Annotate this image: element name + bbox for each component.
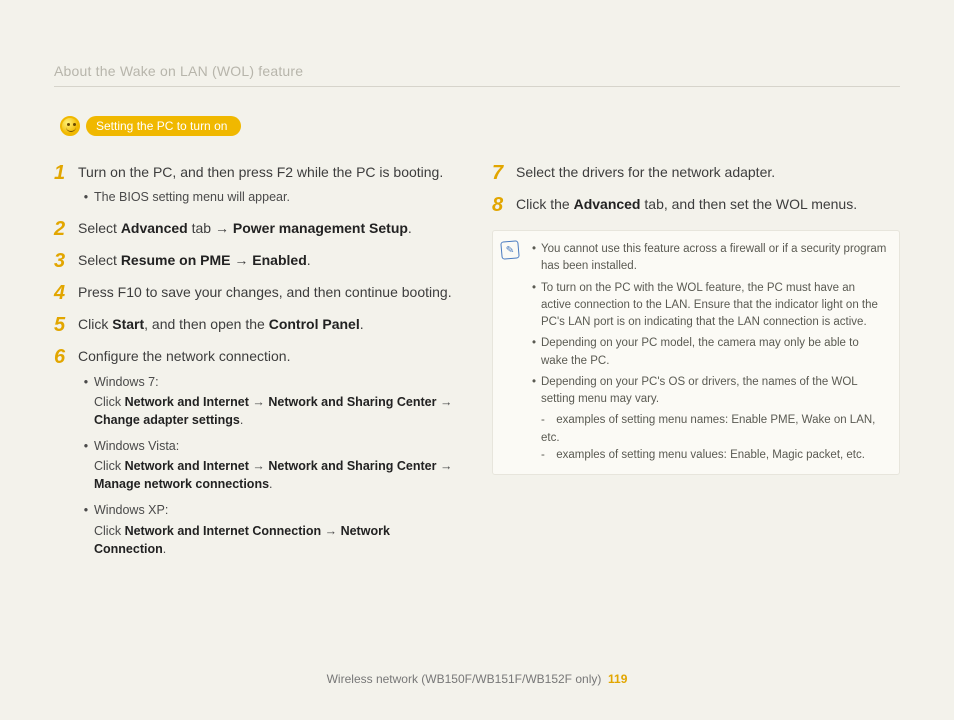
step: 5Click Start, and then open the Control … [54,314,462,336]
step: 1Turn on the PC, and then press F2 while… [54,162,462,208]
smiley-icon [60,116,80,136]
badge-label: Setting the PC to turn on [86,116,241,136]
content-columns: 1Turn on the PC, and then press F2 while… [54,162,900,576]
step-number: 8 [492,194,516,216]
page-section-title: About the Wake on LAN (WOL) feature [54,63,303,79]
step-number: 3 [54,250,78,272]
step-number: 5 [54,314,78,336]
note-box: ✎•You cannot use this feature across a f… [492,230,900,475]
header-divider [54,86,900,87]
step-body: Select Advanced tab → Power management S… [78,218,412,240]
step-body: Click Start, and then open the Control P… [78,314,364,336]
step-number: 1 [54,162,78,208]
step: 7Select the drivers for the network adap… [492,162,900,184]
section-badge: Setting the PC to turn on [60,116,241,136]
left-column: 1Turn on the PC, and then press F2 while… [54,162,462,576]
step-body: Turn on the PC, and then press F2 while … [78,162,443,208]
step-body: Press F10 to save your changes, and then… [78,282,452,304]
step-number: 6 [54,346,78,565]
step: 6Configure the network connection.•Windo… [54,346,462,565]
footer-text: Wireless network (WB150F/WB151F/WB152F o… [327,672,602,686]
step: 8Click the Advanced tab, and then set th… [492,194,900,216]
step-body: Select the drivers for the network adapt… [516,162,775,184]
step-number: 2 [54,218,78,240]
step-body: Configure the network connection.•Window… [78,346,462,565]
note-icon: ✎ [500,240,520,260]
step: 2Select Advanced tab → Power management … [54,218,462,240]
right-column: 7Select the drivers for the network adap… [492,162,900,576]
step-body: Click the Advanced tab, and then set the… [516,194,857,216]
step: 3Select Resume on PME → Enabled. [54,250,462,272]
step: 4Press F10 to save your changes, and the… [54,282,462,304]
page-number: 119 [608,672,627,686]
page-footer: Wireless network (WB150F/WB151F/WB152F o… [0,672,954,686]
step-number: 7 [492,162,516,184]
step-body: Select Resume on PME → Enabled. [78,250,311,272]
step-number: 4 [54,282,78,304]
